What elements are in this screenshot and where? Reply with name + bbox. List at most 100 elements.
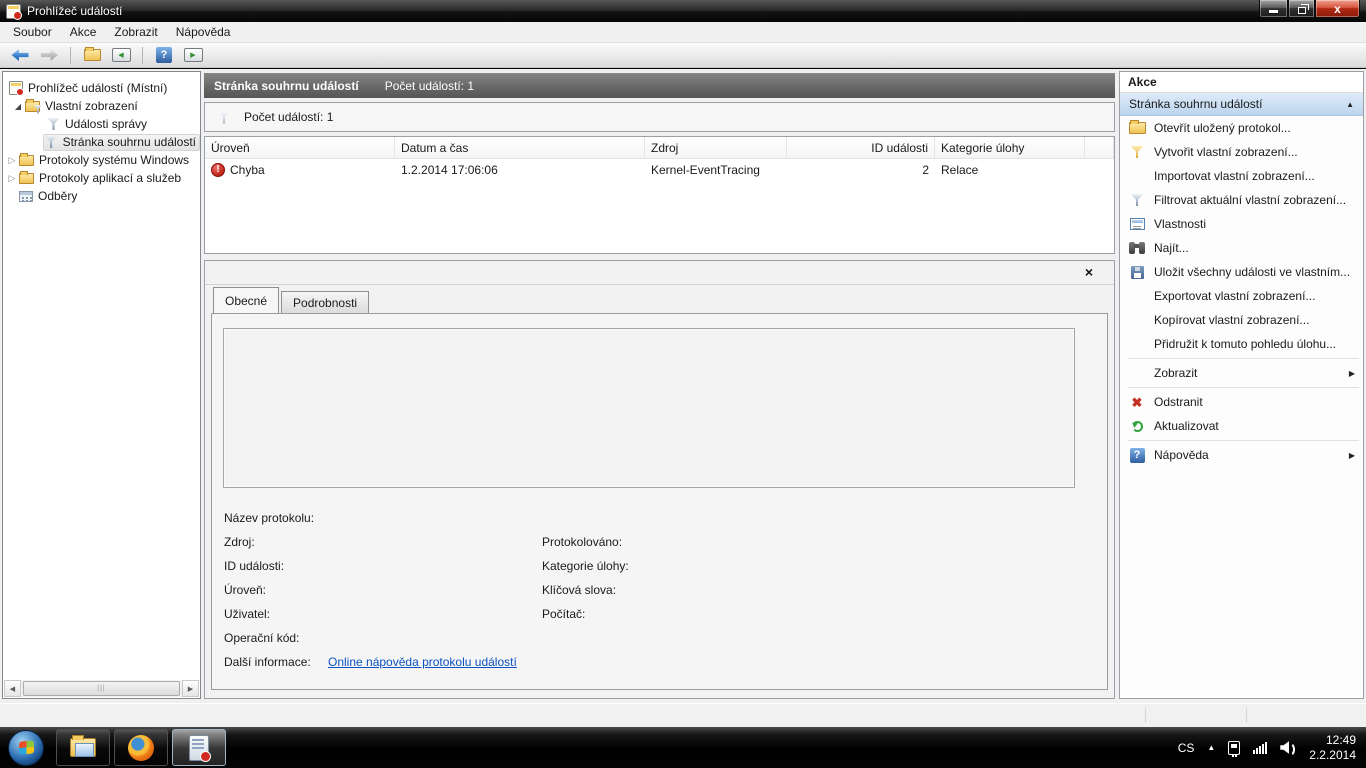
event-description-box[interactable]: [223, 328, 1075, 488]
properties-icon: [1128, 218, 1146, 230]
toggle-action-pane-button[interactable]: ▶: [181, 45, 205, 66]
action-open-saved-log[interactable]: Otevřít uložený protokol...: [1120, 116, 1363, 140]
menu-akce[interactable]: Akce: [61, 22, 106, 42]
folder-icon: [19, 152, 34, 166]
action-label: Importovat vlastní zobrazení...: [1154, 169, 1315, 183]
action-filter-current-view[interactable]: Filtrovat aktuální vlastní zobrazení...: [1120, 188, 1363, 212]
tree-item-windows-logs[interactable]: ▷ Protokoly systému Windows: [3, 151, 200, 169]
toolbar: ◀ ? ▶: [0, 43, 1366, 68]
scroll-right-icon[interactable]: ▶: [182, 680, 199, 697]
actions-separator: [1128, 387, 1359, 388]
cell-datetime: 1.2.2014 17:06:06: [401, 163, 498, 177]
start-button[interactable]: [8, 729, 44, 766]
tree-item-custom-views[interactable]: ◢ Vlastní zobrazení: [3, 97, 200, 115]
language-indicator[interactable]: CS: [1178, 741, 1195, 755]
tab-obecne[interactable]: Obecné: [213, 287, 280, 313]
action-import-custom-view[interactable]: Importovat vlastní zobrazení...: [1120, 164, 1363, 188]
column-header-datetime[interactable]: Datum a čas: [395, 137, 645, 158]
minimize-button[interactable]: [1259, 0, 1288, 18]
expander-collapsed-icon[interactable]: ▷: [5, 173, 19, 184]
action-copy-custom-view[interactable]: Kopírovat vlastní zobrazení...: [1120, 308, 1363, 332]
menu-napoveda[interactable]: Nápověda: [167, 22, 240, 42]
actions-pane: Akce Stránka souhrnu událostí ▲ Otevřít …: [1119, 71, 1364, 699]
windows-logo-icon: [18, 740, 34, 755]
submenu-arrow-icon: ▶: [1348, 450, 1355, 460]
action-view[interactable]: Zobrazit ▶: [1120, 361, 1363, 385]
expander-expanded-icon[interactable]: ◢: [11, 102, 25, 111]
action-save-all-events[interactable]: Uložit všechny události ve vlastním...: [1120, 260, 1363, 284]
column-header-source[interactable]: Zdroj: [645, 137, 787, 158]
back-button[interactable]: [8, 45, 32, 66]
action-find[interactable]: Najít...: [1120, 236, 1363, 260]
action-properties[interactable]: Vlastnosti: [1120, 212, 1363, 236]
collapse-icon[interactable]: ▲: [1346, 100, 1354, 109]
tab-podrobnosti[interactable]: Podrobnosti: [281, 291, 370, 313]
action-refresh[interactable]: Aktualizovat: [1120, 414, 1363, 438]
field-task-category: Kategorie úlohy:: [542, 559, 629, 573]
column-header-level[interactable]: Úroveň: [205, 137, 395, 158]
folder-icon: [83, 47, 101, 61]
close-button[interactable]: x: [1315, 0, 1360, 18]
action-help[interactable]: ? Nápověda ▶: [1120, 443, 1363, 467]
show-hidden-icons-icon[interactable]: ▲: [1207, 743, 1215, 752]
tree-item-app-logs[interactable]: ▷ Protokoly aplikací a služeb: [3, 169, 200, 187]
action-center-icon[interactable]: [1228, 740, 1241, 757]
column-header-event-id[interactable]: ID události: [787, 137, 935, 158]
window-titlebar[interactable]: Prohlížeč událostí x: [0, 0, 1366, 22]
forward-button[interactable]: [37, 45, 61, 66]
toggle-console-tree-button[interactable]: ◀: [109, 45, 133, 66]
clock-time: 12:49: [1325, 732, 1356, 747]
scroll-left-icon[interactable]: ◀: [4, 680, 21, 697]
menu-soubor[interactable]: Soubor: [4, 22, 61, 42]
expander-collapsed-icon[interactable]: ▷: [5, 155, 19, 166]
action-delete[interactable]: ✖ Odstranit: [1120, 390, 1363, 414]
help-button[interactable]: ?: [152, 45, 176, 66]
taskbar-firefox-button[interactable]: [114, 729, 168, 766]
cell-source: Kernel-EventTracing: [651, 163, 760, 177]
action-label: Aktualizovat: [1154, 419, 1219, 433]
back-icon: [11, 49, 29, 61]
tree-item-root[interactable]: Prohlížeč událostí (Místní): [3, 79, 200, 97]
network-icon[interactable]: [1253, 741, 1268, 754]
submenu-arrow-icon: ▶: [1348, 368, 1355, 378]
status-separator: [1246, 708, 1247, 723]
console-tree-pane: Prohlížeč událostí (Místní) ◢ Vlastní zo…: [2, 71, 201, 699]
tree-item-admin-events[interactable]: Události správy: [3, 115, 200, 133]
online-help-link[interactable]: Online nápověda protokolu událostí: [328, 655, 517, 669]
field-keywords: Klíčová slova:: [542, 583, 617, 597]
taskbar-clock[interactable]: 12:49 2.2.2014: [1309, 733, 1356, 763]
menu-zobrazit[interactable]: Zobrazit: [105, 22, 166, 42]
taskbar-explorer-button[interactable]: [56, 729, 110, 766]
preview-pane: × Obecné Podrobnosti Název protokolu: Zd…: [204, 260, 1115, 699]
explorer-icon: [70, 735, 96, 757]
action-label: Odstranit: [1154, 395, 1203, 409]
tree-horizontal-scrollbar[interactable]: ◀ ||| ▶: [4, 680, 199, 697]
table-row[interactable]: ! Chyba 1.2.2014 17:06:06 Kernel-EventTr…: [205, 159, 1114, 181]
summary-bar: Počet událostí: 1: [204, 102, 1115, 132]
status-separator: [1145, 708, 1146, 723]
column-header-task-category[interactable]: Kategorie úlohy: [935, 137, 1085, 158]
actions-separator: [1128, 358, 1359, 359]
action-attach-task[interactable]: Přidružit k tomuto pohledu úlohu...: [1120, 332, 1363, 356]
scrollbar-thumb[interactable]: |||: [23, 681, 180, 696]
action-create-custom-view[interactable]: Vytvořit vlastní zobrazení...: [1120, 140, 1363, 164]
delete-icon: ✖: [1131, 394, 1143, 410]
help-icon: ?: [1128, 447, 1146, 463]
tree-item-subscriptions[interactable]: Odběry: [3, 187, 200, 205]
taskbar-event-viewer-button[interactable]: [172, 729, 226, 766]
cell-task-category: Relace: [941, 163, 979, 177]
tree-item-label: Události správy: [65, 117, 148, 131]
preview-close-icon[interactable]: ×: [1080, 263, 1098, 281]
restore-button[interactable]: [1288, 0, 1315, 18]
export-list-button[interactable]: [80, 45, 104, 66]
action-export-custom-view[interactable]: Exportovat vlastní zobrazení...: [1120, 284, 1363, 308]
menu-bar: Soubor Akce Zobrazit Nápověda: [0, 22, 1366, 43]
action-label: Nápověda: [1154, 448, 1209, 462]
event-viewer-icon: [9, 81, 24, 96]
actions-section-header[interactable]: Stránka souhrnu událostí ▲: [1120, 93, 1363, 116]
filter-icon: [1128, 194, 1146, 206]
console-content: Prohlížeč událostí (Místní) ◢ Vlastní zo…: [0, 69, 1366, 703]
column-header-empty: [1085, 137, 1114, 158]
volume-icon[interactable]: [1280, 741, 1296, 757]
tree-item-summary-page[interactable]: Stránka souhrnu událostí: [3, 133, 200, 151]
